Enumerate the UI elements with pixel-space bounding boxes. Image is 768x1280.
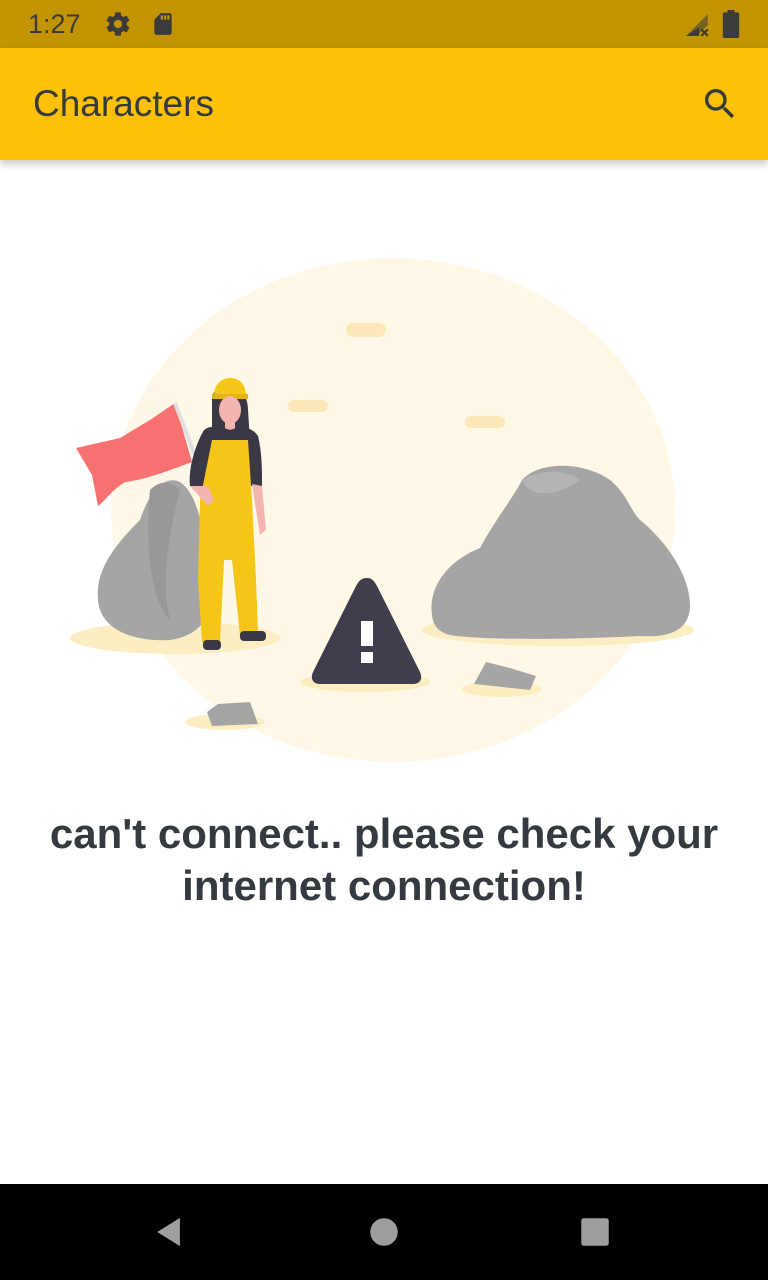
warning-exclamation-dot	[361, 652, 373, 663]
cloud	[465, 416, 505, 428]
face	[219, 396, 241, 424]
connection-error-illustration	[70, 258, 694, 762]
cloud	[288, 400, 328, 412]
signal-no-data-icon	[684, 12, 710, 43]
shoe	[203, 640, 221, 650]
home-icon	[370, 1218, 398, 1246]
warning-exclamation	[361, 621, 373, 646]
battery-icon	[722, 10, 740, 43]
home-button[interactable]	[360, 1208, 408, 1256]
screen: 1:27 Characters can't connect.. please c…	[0, 0, 768, 1280]
recents-icon	[581, 1218, 609, 1246]
status-time: 1:27	[28, 9, 81, 39]
back-icon	[157, 1217, 180, 1247]
settings-gear-icon	[104, 10, 132, 43]
shoe	[240, 631, 266, 641]
nav-bar	[0, 1184, 768, 1280]
recents-button[interactable]	[571, 1208, 619, 1256]
sd-card-icon	[150, 10, 176, 43]
status-bar: 1:27	[0, 0, 768, 48]
search-icon	[705, 89, 735, 119]
cloud	[346, 323, 386, 337]
search-button[interactable]	[694, 78, 746, 130]
app-title: Characters	[33, 83, 214, 124]
error-message: can't connect.. please check your intern…	[49, 810, 719, 909]
back-button[interactable]	[146, 1208, 194, 1256]
small-rock	[207, 702, 258, 726]
app-bar: Characters	[0, 48, 768, 160]
